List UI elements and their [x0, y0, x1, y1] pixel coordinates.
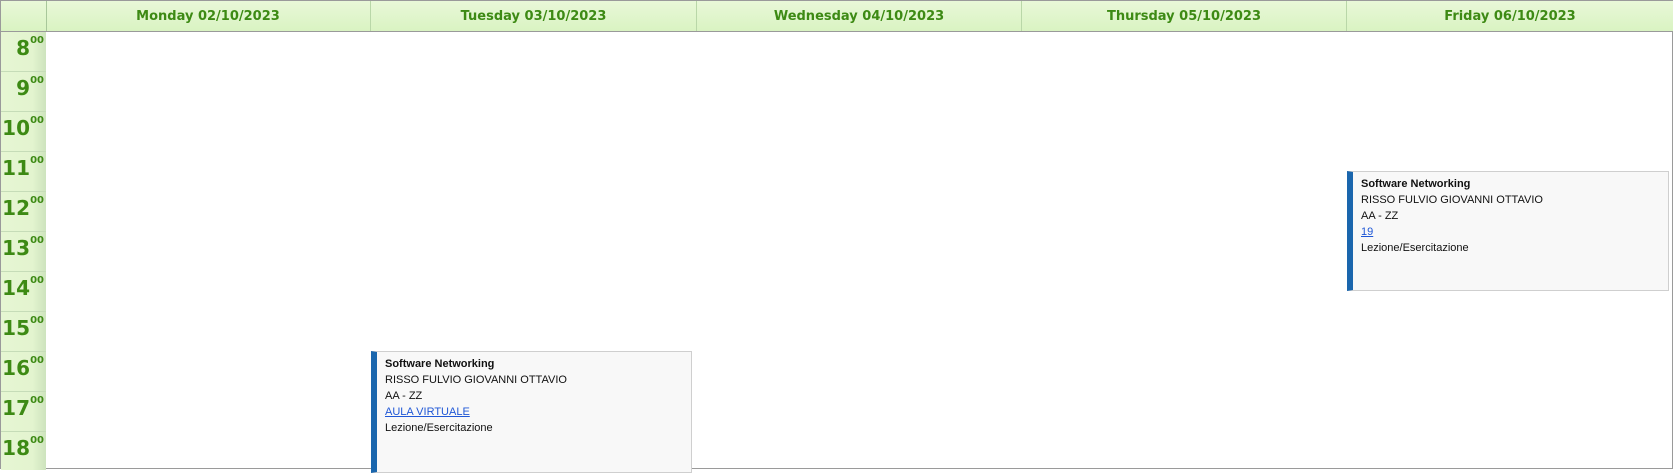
event-group: AA - ZZ [1361, 210, 1399, 222]
hour-slot: 8 00 [1, 32, 46, 72]
hour-slot: 13 00 [1, 232, 46, 272]
day-header-monday: Monday 02/10/2023 [46, 1, 371, 31]
event-card-friday[interactable]: Software Networking RISSO FULVIO GIOVANN… [1347, 171, 1669, 291]
hour-column: 8 00 9 00 10 00 11 00 12 00 13 00 14 00 15 00 16… [1, 32, 46, 470]
event-group: AA - ZZ [385, 390, 423, 402]
event-type: Lezione/Esercitazione [385, 422, 493, 434]
event-room-link[interactable]: AULA VIRTUALE [385, 406, 470, 418]
hour-slot: 14 00 [1, 272, 46, 312]
day-header-thursday: Thursday 05/10/2023 [1022, 1, 1347, 31]
hour-slot: 18 00 [1, 432, 46, 470]
day-header-wednesday: Wednesday 04/10/2023 [697, 1, 1022, 31]
event-room-link[interactable]: 19 [1361, 226, 1373, 238]
day-header-friday: Friday 06/10/2023 [1444, 8, 1576, 24]
hour-slot: 15 00 [1, 312, 46, 352]
header-corner [1, 1, 47, 31]
event-card-tuesday[interactable]: Software Networking RISSO FULVIO GIOVANN… [371, 351, 692, 473]
hour-slot: 11 00 [1, 152, 46, 192]
event-title: Software Networking [1361, 178, 1471, 190]
hour-slot: 10 00 [1, 112, 46, 152]
hour-slot: 9 00 [1, 72, 46, 112]
weekly-calendar: Monday 02/10/2023 Tuesday 03/10/2023 Wed… [0, 0, 1673, 473]
hour-slot: 16 00 [1, 352, 46, 392]
event-title: Software Networking [385, 358, 495, 370]
day-header-tuesday: Tuesday 03/10/2023 [371, 1, 697, 31]
hour-slot: 12 00 [1, 192, 46, 232]
hour-slot: 17 00 [1, 392, 46, 432]
event-teacher: RISSO FULVIO GIOVANNI OTTAVIO [1361, 194, 1543, 206]
event-type: Lezione/Esercitazione [1361, 242, 1469, 254]
day-header-row: Monday 02/10/2023 Tuesday 03/10/2023 Wed… [1, 1, 1673, 32]
event-teacher: RISSO FULVIO GIOVANNI OTTAVIO [385, 374, 567, 386]
